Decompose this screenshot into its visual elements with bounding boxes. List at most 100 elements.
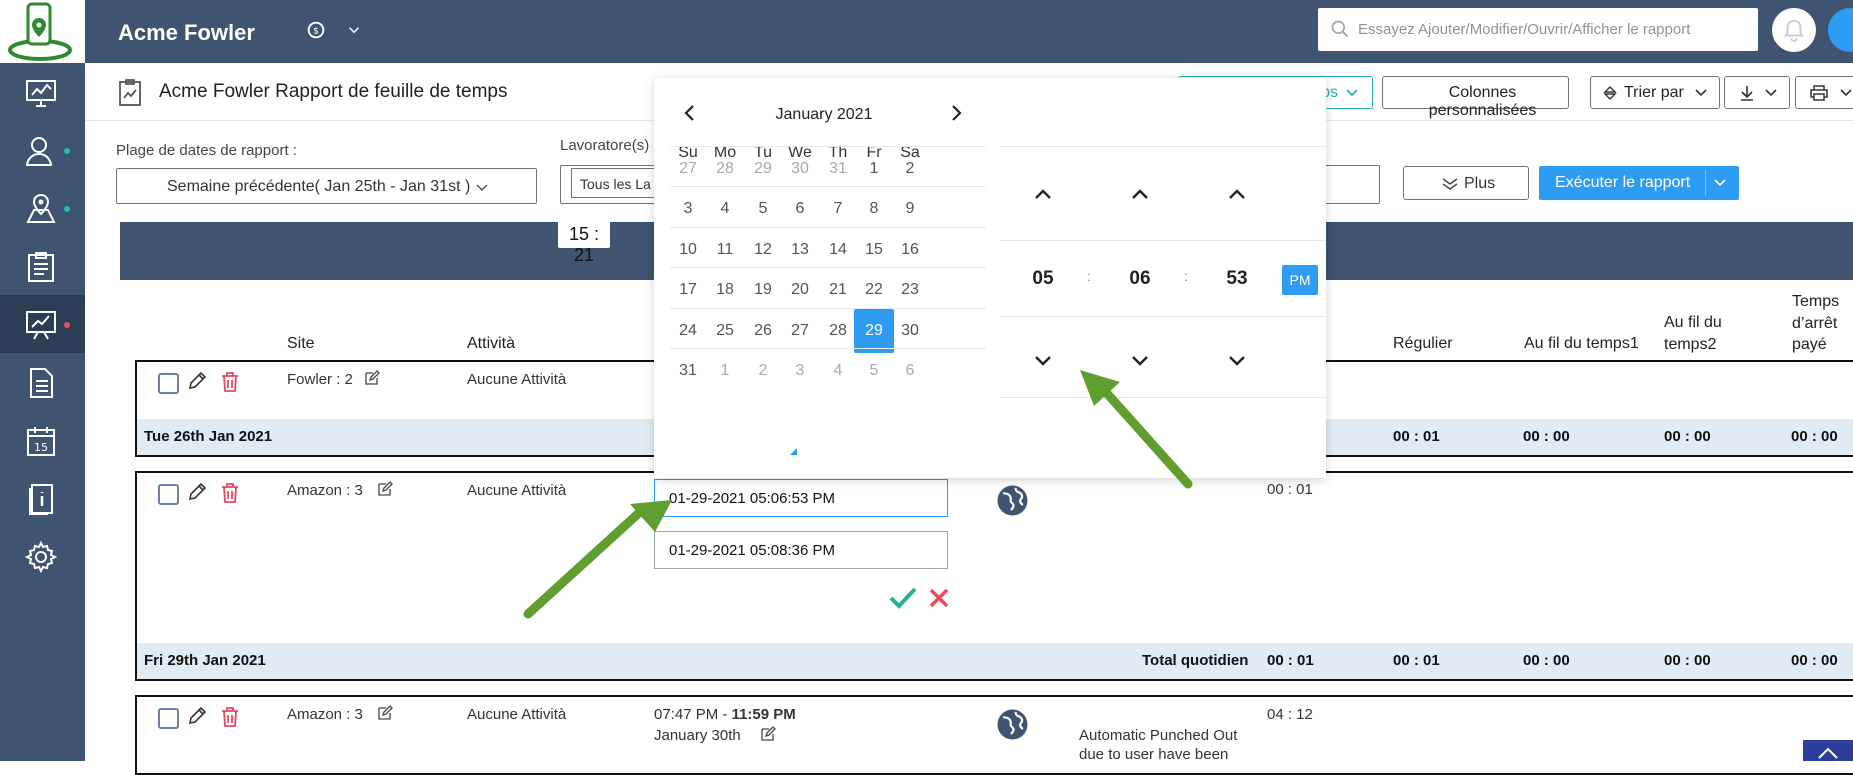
sidebar-item-map[interactable] [0, 179, 85, 237]
scroll-to-top-button[interactable] [1803, 740, 1853, 761]
minute-value[interactable]: 06 [1115, 268, 1165, 290]
custom-columns-button[interactable]: Colonnes personnalisées [1382, 76, 1569, 119]
run-report-button[interactable]: Exécuter le rapport [1539, 166, 1739, 200]
checkmark-icon[interactable] [888, 586, 918, 610]
edit-icon[interactable] [377, 705, 393, 721]
calendar-day[interactable]: 28 [818, 309, 858, 353]
calendar-day[interactable]: 27 [780, 309, 820, 353]
sidebar-item-reports[interactable] [0, 295, 85, 353]
date-range-select[interactable]: Semaine précédente( Jan 25th - Jan 31st … [116, 168, 537, 204]
calendar-month-label[interactable]: January 2021 [654, 106, 994, 124]
app-logo[interactable] [0, 0, 85, 63]
column-overtime1[interactable]: Au fil du temps1 [1524, 333, 1639, 355]
globe-icon[interactable] [996, 484, 1029, 517]
column-paid-break[interactable]: Temps d’arrêt payé [1792, 291, 1852, 356]
calendar-day[interactable]: 1 [705, 349, 745, 393]
calendar-day[interactable]: 23 [890, 268, 930, 312]
calendar-day[interactable]: 4 [705, 187, 745, 231]
calendar-day[interactable]: 15 [854, 228, 894, 272]
calendar-day[interactable]: 18 [705, 268, 745, 312]
am-pm-toggle[interactable]: PM [1282, 265, 1318, 295]
sidebar-item-dashboard[interactable] [0, 63, 85, 121]
sidebar-item-settings[interactable] [0, 527, 85, 585]
column-overtime2[interactable]: Au fil du temps2 [1664, 312, 1754, 355]
calendar-day[interactable]: 31 [668, 349, 708, 393]
column-site[interactable]: Site [287, 333, 315, 355]
calendar-day[interactable]: 29 [743, 147, 783, 191]
sidebar-item-info[interactable] [0, 469, 85, 527]
calendar-day[interactable]: 20 [780, 268, 820, 312]
chevron-right-icon[interactable] [948, 104, 964, 122]
trash-icon[interactable] [220, 482, 240, 504]
calendar-day[interactable]: 13 [780, 228, 820, 272]
calendar-day[interactable]: 30 [890, 309, 930, 353]
row-checkbox[interactable] [158, 708, 179, 729]
second-value[interactable]: 53 [1212, 268, 1262, 290]
calendar-day[interactable]: 2 [743, 349, 783, 393]
calendar-day[interactable]: 1 [854, 147, 894, 191]
calendar-day[interactable]: 10 [668, 228, 708, 272]
minute-down-icon[interactable] [1130, 354, 1150, 368]
hour-up-icon[interactable] [1033, 187, 1053, 201]
second-up-icon[interactable] [1227, 187, 1247, 201]
calendar-day[interactable]: 16 [890, 228, 930, 272]
pencil-icon[interactable] [187, 706, 207, 726]
calendar-day[interactable]: 6 [780, 187, 820, 231]
calendar-day[interactable]: 4 [818, 349, 858, 393]
pencil-icon[interactable] [187, 371, 207, 391]
calendar-day[interactable]: 3 [668, 187, 708, 231]
calendar-day[interactable]: 21 [818, 268, 858, 312]
sidebar-item-users[interactable] [0, 121, 85, 179]
chevron-down-icon[interactable] [345, 21, 363, 39]
calendar-day[interactable]: 17 [668, 268, 708, 312]
chevron-down-icon[interactable] [1714, 178, 1726, 188]
column-activity[interactable]: Attività [467, 333, 515, 355]
calendar-day[interactable]: 27 [668, 147, 708, 191]
globe-icon[interactable] [996, 708, 1029, 741]
calendar-day-selected[interactable]: 29 [854, 309, 894, 353]
edit-icon[interactable] [760, 726, 776, 742]
calendar-day[interactable]: 26 [743, 309, 783, 353]
calendar-day[interactable]: 5 [854, 349, 894, 393]
calendar-day[interactable]: 12 [743, 228, 783, 272]
more-filters-button[interactable]: Plus [1403, 166, 1529, 200]
trash-icon[interactable] [220, 706, 240, 728]
calendar-day[interactable]: 31 [818, 147, 858, 191]
user-avatar[interactable] [1828, 8, 1853, 52]
pencil-icon[interactable] [187, 482, 207, 502]
calendar-day[interactable]: 28 [705, 147, 745, 191]
calendar-day[interactable]: 19 [743, 268, 783, 312]
calendar-day[interactable]: 14 [818, 228, 858, 272]
calendar-day[interactable]: 6 [890, 349, 930, 393]
row-checkbox[interactable] [158, 484, 179, 505]
second-down-icon[interactable] [1227, 354, 1247, 368]
calendar-day[interactable]: 3 [780, 349, 820, 393]
calendar-day[interactable]: 7 [818, 187, 858, 231]
calendar-day[interactable]: 25 [705, 309, 745, 353]
minute-up-icon[interactable] [1130, 187, 1150, 201]
calendar-day[interactable]: 8 [854, 187, 894, 231]
print-button[interactable] [1795, 76, 1853, 109]
calendar-day[interactable]: 9 [890, 187, 930, 231]
search-input[interactable] [1356, 8, 1751, 51]
download-button[interactable] [1724, 76, 1790, 109]
calendar-day[interactable]: 5 [743, 187, 783, 231]
organization-icon[interactable]: $ [305, 19, 327, 41]
edit-icon[interactable] [364, 370, 380, 386]
sort-button[interactable]: Trier par [1590, 76, 1720, 109]
hour-down-icon[interactable] [1033, 354, 1053, 368]
close-icon[interactable] [928, 587, 950, 609]
workers-select[interactable]: Tous les La [560, 165, 665, 204]
calendar-day[interactable]: 11 [705, 228, 745, 272]
sidebar-item-calendar[interactable]: 15 [0, 411, 85, 469]
notifications-button[interactable] [1772, 8, 1816, 52]
end-datetime-input[interactable] [654, 531, 948, 569]
hour-value[interactable]: 05 [1018, 268, 1068, 290]
edit-icon[interactable] [377, 481, 393, 497]
sidebar-item-tasks[interactable] [0, 237, 85, 295]
calendar-day[interactable]: 22 [854, 268, 894, 312]
calendar-day[interactable]: 30 [780, 147, 820, 191]
sidebar-item-documents[interactable] [0, 353, 85, 411]
filter-field[interactable] [1320, 165, 1380, 204]
column-regular[interactable]: Régulier [1393, 333, 1453, 355]
